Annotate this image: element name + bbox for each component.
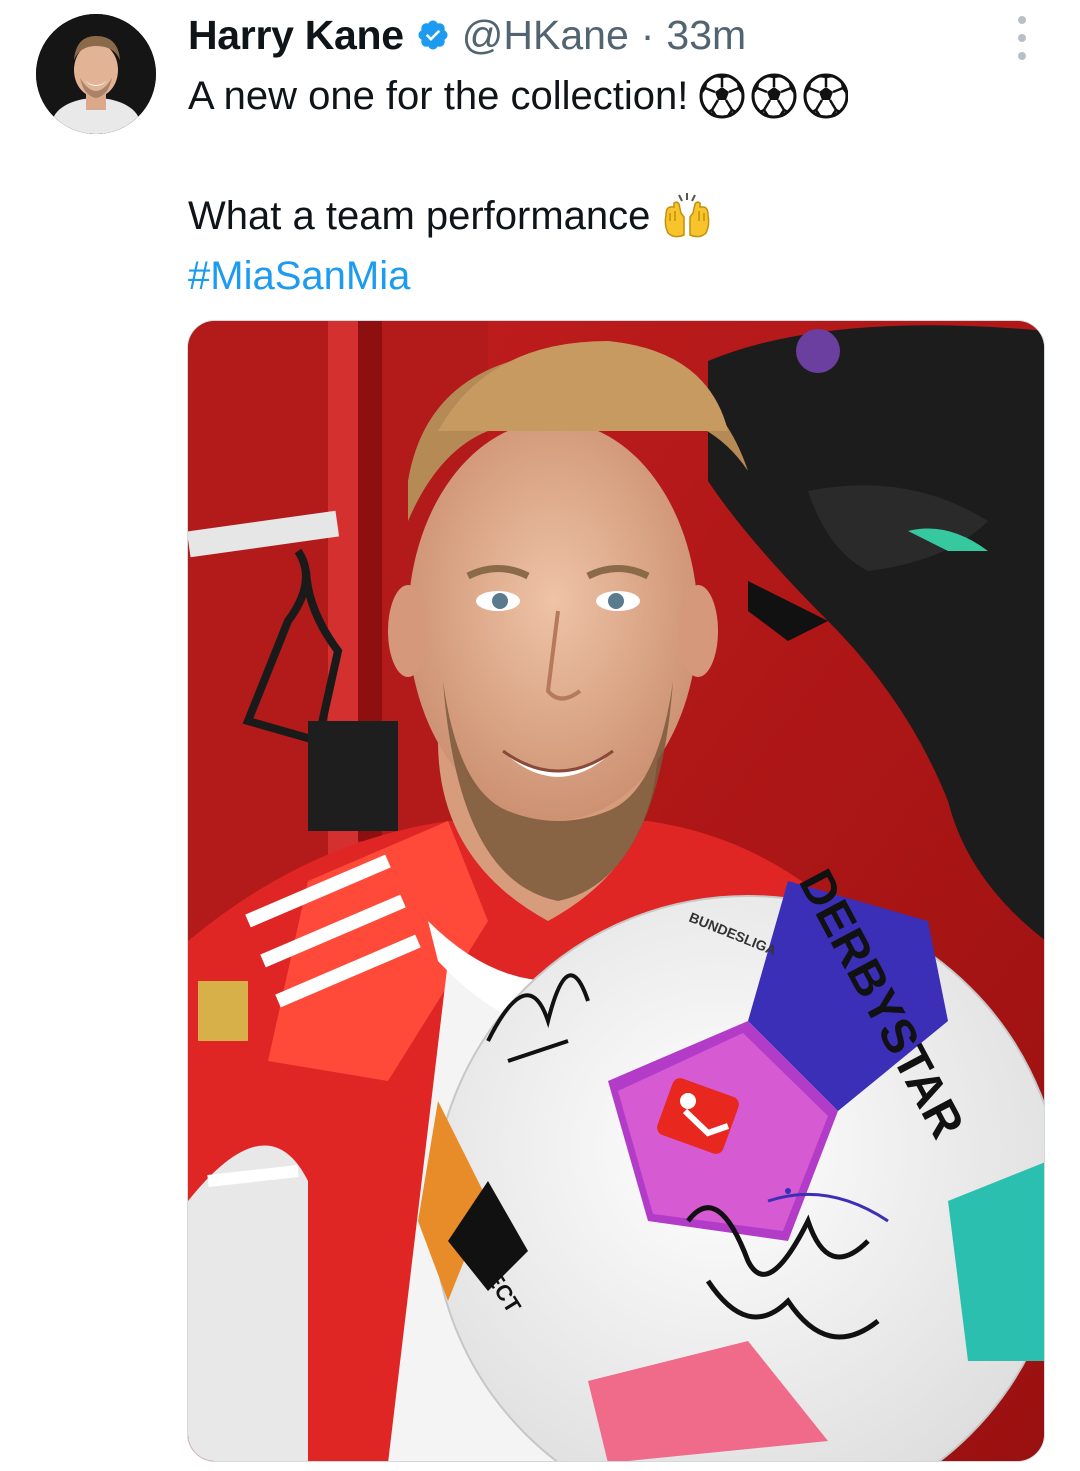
soccer-ball-icon — [699, 73, 849, 119]
tweet-photo[interactable]: BUNDESLIGA SELECT DERBYSTAR — [187, 320, 1045, 1462]
tweet-header: Harry Kane @HKane · 33m — [188, 8, 746, 62]
hashtag-link[interactable]: #MiaSanMia — [188, 246, 410, 306]
raised-hands-icon — [665, 193, 710, 238]
more-options-icon[interactable] — [1008, 16, 1036, 60]
author-name[interactable]: Harry Kane — [188, 12, 404, 59]
tweet-text-line-1: A new one for the collection! — [188, 74, 689, 118]
tweet[interactable]: Harry Kane @HKane · 33m A new one for th… — [0, 0, 1080, 1471]
tweet-text: A new one for the collection! What a tea… — [188, 66, 849, 306]
author-handle[interactable]: @HKane — [462, 12, 629, 59]
tweet-text-line-2: What a team performance — [188, 194, 651, 238]
separator-dot: · — [640, 11, 655, 58]
tweet-timestamp[interactable]: 33m — [666, 12, 746, 59]
author-avatar[interactable] — [36, 14, 156, 134]
verified-badge-icon — [418, 20, 448, 50]
